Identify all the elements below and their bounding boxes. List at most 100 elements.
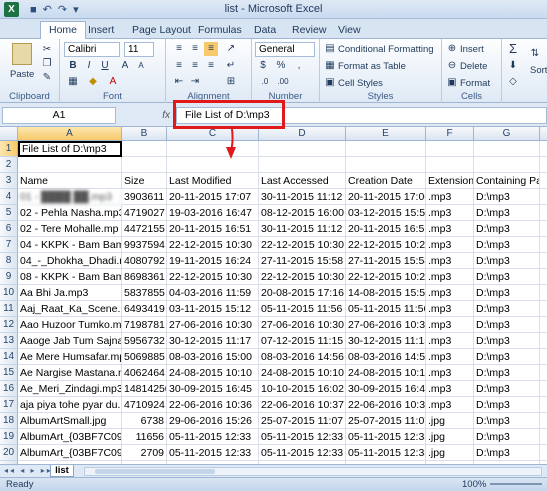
row-header[interactable]: 12 [0, 317, 18, 333]
table-cell[interactable]: 22-12-2015 10:30 [259, 237, 346, 253]
table-cell[interactable]: D:\mp3 [474, 221, 540, 237]
shrink-font-icon[interactable]: A [134, 59, 148, 73]
table-cell[interactable]: D:\mp3 [474, 285, 540, 301]
table-cell[interactable]: .mp3 [426, 189, 474, 205]
table-cell[interactable]: AlbumArtSmall.jpg [18, 413, 122, 429]
table-cell[interactable]: D:\mp3 [474, 333, 540, 349]
table-cell[interactable]: 4062464 [122, 365, 167, 381]
table-cell[interactable] [540, 141, 547, 157]
table-cell[interactable] [122, 141, 167, 157]
table-cell[interactable]: Aao Huzoor Tumko.m [18, 317, 122, 333]
table-cell[interactable]: 6738 [122, 413, 167, 429]
paste-icon[interactable] [12, 43, 32, 65]
table-cell[interactable]: 20-08-2015 17:16 [259, 285, 346, 301]
tab-page-layout[interactable]: Page Layout [124, 22, 199, 39]
table-cell[interactable]: D:\mp3 [474, 397, 540, 413]
row-header[interactable]: 17 [0, 397, 18, 413]
table-cell[interactable]: .mp3 [426, 381, 474, 397]
number-format-combo[interactable]: General [255, 42, 315, 57]
table-cell[interactable]: 22-12-2015 10:30 [167, 237, 259, 253]
table-cell[interactable] [426, 157, 474, 173]
table-cell[interactable]: D:\mp3 [474, 429, 540, 445]
row-header[interactable]: 18 [0, 413, 18, 429]
table-cell[interactable] [259, 157, 346, 173]
table-cell[interactable]: .mp3 [426, 221, 474, 237]
row-header[interactable]: 10 [0, 285, 18, 301]
table-cell[interactable]: 05-11-2015 11:56 [259, 301, 346, 317]
column-header-a[interactable]: A [18, 127, 122, 141]
table-cell[interactable] [346, 157, 426, 173]
table-cell[interactable]: 3903611 [122, 189, 167, 205]
table-cell[interactable]: 04_-_Dhokha_Dhadi.r [18, 253, 122, 269]
table-cell[interactable]: 03-12-2015 15:52 [346, 205, 426, 221]
table-cell[interactable]: 03-11-2015 15:12 [167, 301, 259, 317]
table-cell[interactable] [540, 205, 547, 221]
table-cell[interactable]: D:\mp3 [474, 301, 540, 317]
delete-cells-button[interactable]: Delete [460, 61, 487, 72]
table-cell[interactable]: 30-12-2015 11:17 [167, 333, 259, 349]
column-title-cell[interactable]: Creation Date [346, 173, 426, 189]
row-header[interactable]: 9 [0, 269, 18, 285]
table-cell[interactable]: .jpg [426, 429, 474, 445]
table-cell[interactable] [540, 333, 547, 349]
table-cell[interactable]: 27-11-2015 15:58 [259, 253, 346, 269]
table-cell[interactable]: 14814250 [122, 381, 167, 397]
table-cell[interactable] [540, 381, 547, 397]
table-cell[interactable]: 24-08-2015 10:10 [346, 365, 426, 381]
column-header-e[interactable]: E [346, 127, 426, 141]
table-cell[interactable]: 7198781 [122, 317, 167, 333]
merge-center-icon[interactable]: ⊞ [224, 75, 238, 89]
table-cell[interactable]: 20-11-2015 16:51 [167, 221, 259, 237]
table-cell[interactable]: 05-11-2015 12:33 [259, 429, 346, 445]
table-cell[interactable]: .mp3 [426, 269, 474, 285]
table-cell[interactable]: 22-12-2015 10:30 [167, 269, 259, 285]
table-cell[interactable] [540, 253, 547, 269]
table-cell[interactable] [540, 445, 547, 461]
row-header[interactable]: 4 [0, 189, 18, 205]
table-cell[interactable]: .mp3 [426, 397, 474, 413]
table-cell[interactable]: 05-11-2015 12:33 [346, 445, 426, 461]
select-all-corner[interactable] [0, 127, 18, 141]
column-header-d[interactable]: D [259, 127, 346, 141]
column-title-cell[interactable]: Containing Path [474, 173, 540, 189]
format-cells-button[interactable]: Format [460, 78, 490, 89]
row-header[interactable]: 11 [0, 301, 18, 317]
table-cell[interactable]: .mp3 [426, 253, 474, 269]
font-color-icon[interactable]: A [106, 75, 120, 89]
tab-insert[interactable]: Insert [80, 22, 122, 39]
table-cell[interactable]: 08-03-2016 15:00 [167, 349, 259, 365]
row-header[interactable]: 2 [0, 157, 18, 173]
table-cell[interactable]: 8698361 [122, 269, 167, 285]
table-cell[interactable] [18, 157, 122, 173]
row-header[interactable]: 6 [0, 221, 18, 237]
table-cell[interactable]: Ae Mere Humsafar.mp [18, 349, 122, 365]
column-title-cell[interactable]: Size [122, 173, 167, 189]
row-header[interactable]: 16 [0, 381, 18, 397]
table-cell[interactable]: AlbumArt_{03BF7C09- [18, 429, 122, 445]
table-cell[interactable]: AlbumArt_{03BF7C09- [18, 445, 122, 461]
sheet-nav-icons[interactable]: ◂◂ ◂ ▸ ▸▸ [4, 466, 53, 475]
table-cell[interactable]: Aaoge Jab Tum Sajna. [18, 333, 122, 349]
table-cell[interactable] [540, 301, 547, 317]
table-cell[interactable]: 02 - Tere Mohalle.mp [18, 221, 122, 237]
table-cell[interactable]: 20-11-2015 17:07 [167, 189, 259, 205]
italic-button[interactable]: I [82, 59, 96, 73]
table-cell[interactable]: 22-12-2015 10:29 [346, 269, 426, 285]
table-cell[interactable]: 19-11-2015 16:24 [167, 253, 259, 269]
table-cell[interactable]: 02 - Pehla Nasha.mp3 [18, 205, 122, 221]
table-cell[interactable]: 20-11-2015 16:51 [346, 221, 426, 237]
table-cell[interactable]: 27-11-2015 15:58 [346, 253, 426, 269]
table-cell[interactable]: D:\mp3 [474, 253, 540, 269]
table-cell[interactable]: .jpg [426, 413, 474, 429]
borders-icon[interactable]: ▦ [66, 75, 80, 89]
bold-button[interactable]: B [66, 59, 80, 73]
font-size-combo[interactable]: 11 [124, 42, 154, 57]
row-header[interactable]: 8 [0, 253, 18, 269]
autosum-button[interactable]: Σ [506, 42, 520, 56]
table-cell[interactable]: 27-06-2016 10:30 [167, 317, 259, 333]
table-cell[interactable]: 05-11-2015 12:33 [346, 429, 426, 445]
table-cell[interactable]: .mp3 [426, 301, 474, 317]
column-header-b[interactable]: B [122, 127, 167, 141]
sort-filter-button[interactable]: Sort [530, 65, 547, 76]
table-cell[interactable]: 10-10-2015 16:02 [259, 381, 346, 397]
